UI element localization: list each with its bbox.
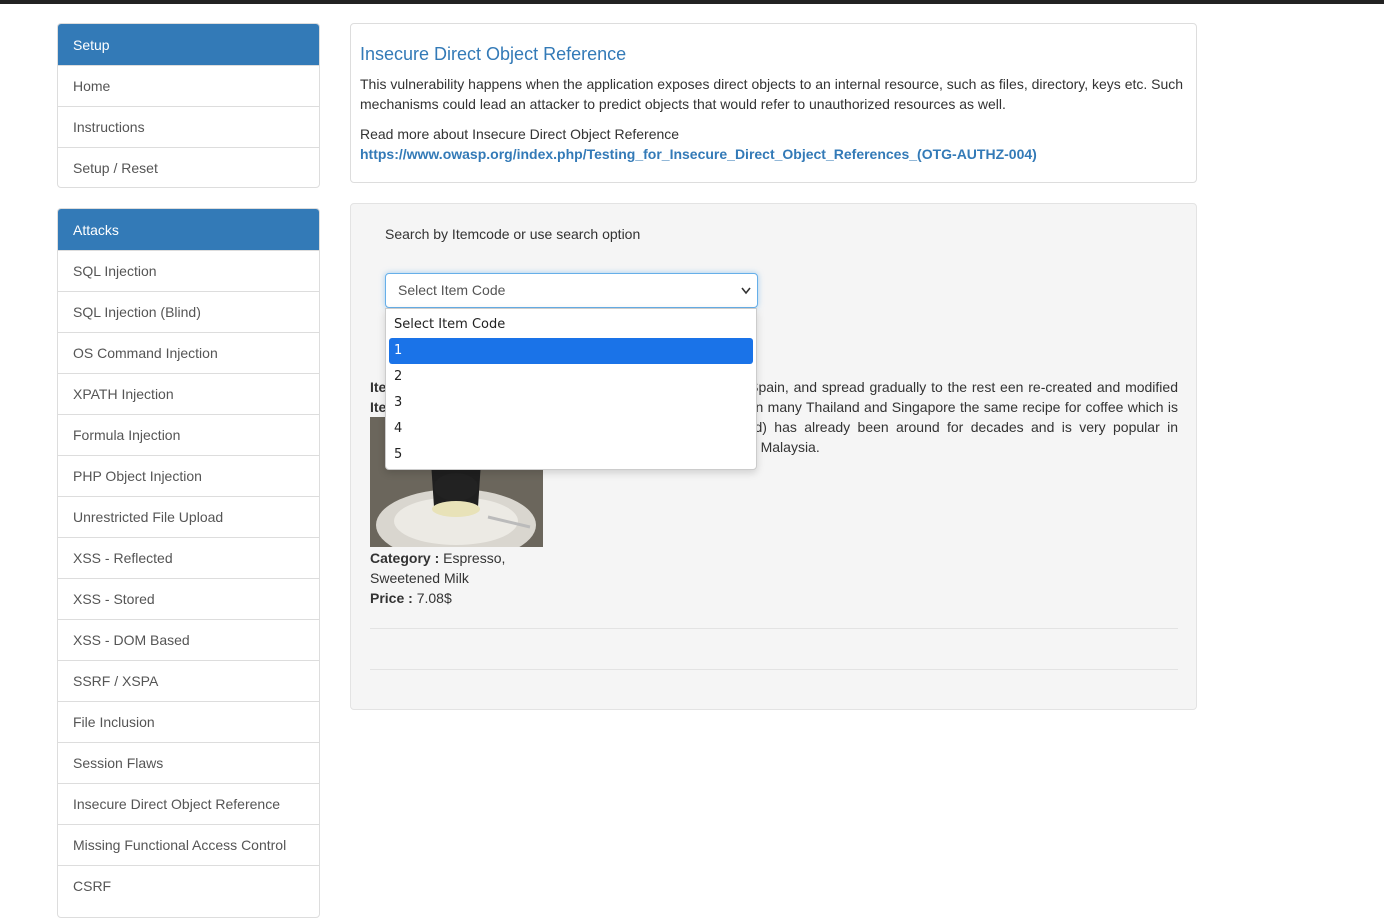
sidebar-item-sql-injection[interactable]: SQL Injection (58, 250, 319, 291)
option-5[interactable]: 5 (389, 442, 753, 468)
price-value: 7.08$ (416, 590, 452, 606)
sidebar-item-file-inclusion[interactable]: File Inclusion (58, 701, 319, 742)
sidebar-item-csrf[interactable]: CSRF (58, 865, 319, 906)
option-1[interactable]: 1 (389, 338, 753, 364)
vulnerability-description: This vulnerability happens when the appl… (360, 76, 1184, 112)
sidebar-item-xss-reflected[interactable]: XSS - Reflected (58, 537, 319, 578)
setup-panel: Setup Home Instructions Setup / Reset (57, 23, 320, 188)
sidebar-item-formula-injection[interactable]: Formula Injection (58, 414, 319, 455)
attacks-panel: Attacks SQL Injection SQL Injection (Bli… (57, 208, 320, 918)
sidebar-item-ssrf-xspa[interactable]: SSRF / XSPA (58, 660, 319, 701)
setup-header: Setup (58, 24, 319, 65)
sidebar-item-instructions[interactable]: Instructions (58, 106, 319, 147)
item-code-select[interactable]: Select Item Code (385, 273, 758, 308)
option-4[interactable]: 4 (389, 416, 753, 442)
page-title: Insecure Direct Object Reference (360, 44, 627, 64)
sidebar-item-os-command-injection[interactable]: OS Command Injection (58, 332, 319, 373)
read-more-text: Read more about Insecure Direct Object R… (360, 126, 680, 142)
sidebar-item-missing-access-control[interactable]: Missing Functional Access Control (58, 824, 319, 865)
option-3[interactable]: 3 (389, 390, 753, 416)
item-price: Price : 7.08$ (370, 588, 452, 608)
sidebar-item-setup-reset[interactable]: Setup / Reset (58, 147, 319, 187)
top-navbar (0, 0, 1384, 4)
search-label: Search by Itemcode or use search option (385, 226, 641, 242)
info-panel: Insecure Direct Object Reference This vu… (350, 23, 1197, 183)
sidebar-item-xpath-injection[interactable]: XPATH Injection (58, 373, 319, 414)
sidebar-item-unrestricted-file-upload[interactable]: Unrestricted File Upload (58, 496, 319, 537)
select-value: Select Item Code (398, 282, 506, 298)
divider (370, 628, 1178, 629)
sidebar-item-xss-dom-based[interactable]: XSS - DOM Based (58, 619, 319, 660)
sidebar-item-php-object-injection[interactable]: PHP Object Injection (58, 455, 319, 496)
category-label: Category : (370, 550, 440, 566)
sidebar-item-session-flaws[interactable]: Session Flaws (58, 742, 319, 783)
item-name-label: Ite (370, 399, 387, 415)
attacks-header: Attacks (58, 209, 319, 250)
price-label: Price : (370, 590, 413, 606)
owasp-link[interactable]: https://www.owasp.org/index.php/Testing_… (360, 146, 1037, 162)
item-code-dropdown: Select Item Code 1 2 3 4 5 (385, 308, 757, 470)
sidebar-item-idor[interactable]: Insecure Direct Object Reference (58, 783, 319, 824)
sidebar-item-sql-injection-blind[interactable]: SQL Injection (Blind) (58, 291, 319, 332)
sidebar-item-xss-stored[interactable]: XSS - Stored (58, 578, 319, 619)
sidebar-item-home[interactable]: Home (58, 65, 319, 106)
item-code-label: Ite (370, 379, 387, 395)
divider (370, 669, 1178, 670)
option-select-item-code[interactable]: Select Item Code (389, 312, 753, 338)
option-2[interactable]: 2 (389, 364, 753, 390)
item-category: Category : Espresso, Sweetened Milk (370, 548, 545, 588)
